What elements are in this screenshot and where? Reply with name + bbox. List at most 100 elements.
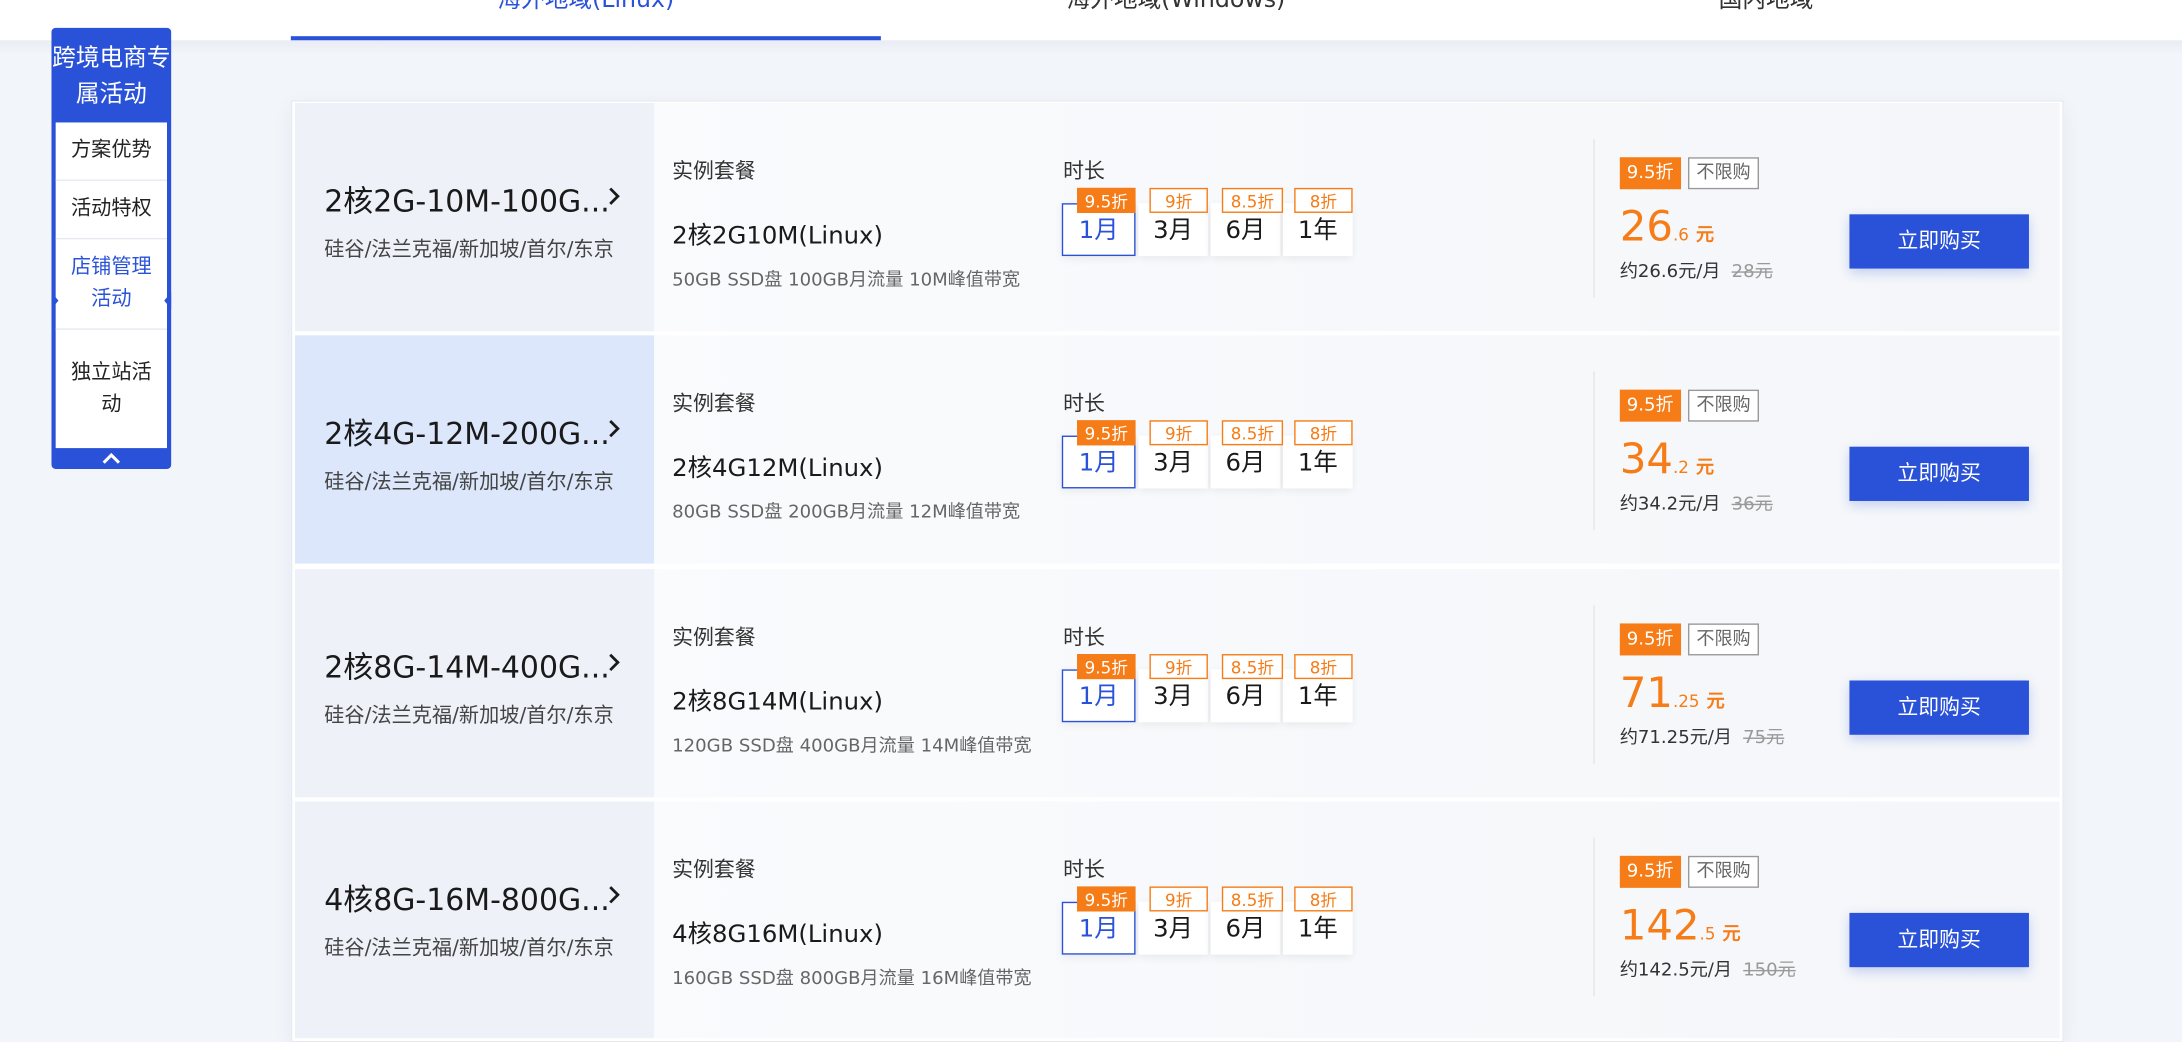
- price-unit: 元: [1695, 225, 1715, 247]
- package-name: 2核8G14M(Linux): [672, 688, 883, 717]
- duration-discount-badge: 8折: [1294, 886, 1353, 912]
- duration-discount-badge: 8.5折: [1221, 886, 1284, 912]
- monthly-price-text: 约142.5元/月: [1619, 960, 1732, 982]
- side-nav-item-privileges[interactable]: 活动特权: [55, 181, 167, 240]
- product-name: 2核8G-14M-400G...: [324, 651, 610, 687]
- price-decimal: .6: [1672, 225, 1689, 245]
- monthly-price-text: 约34.2元/月: [1619, 494, 1721, 515]
- product-row: 2核4G-12M-200G... 硅谷/法兰克福/新加坡/首尔/东京 实例套餐 …: [295, 335, 2060, 564]
- monthly-price: 约26.6元/月 28元: [1620, 256, 1773, 283]
- column-divider: [1593, 605, 1595, 764]
- price-integer: 71: [1619, 669, 1673, 719]
- tab-bar-shadow: [0, 40, 2182, 55]
- discount-badge: 9.5折: [1619, 855, 1681, 888]
- package-label: 实例套餐: [672, 857, 756, 883]
- product-regions: 硅谷/法兰克福/新加坡/首尔/东京: [324, 937, 614, 961]
- buy-now-button[interactable]: 立即购买: [1849, 214, 2029, 269]
- package-label: 实例套餐: [672, 391, 756, 417]
- original-price: 75元: [1743, 727, 1785, 749]
- side-nav-item-store-management[interactable]: 店铺管理活动: [51, 239, 172, 330]
- price-decimal: .2: [1672, 457, 1689, 478]
- tab-domestic[interactable]: 国内地域: [1471, 0, 2061, 40]
- chevron-right-icon: [609, 419, 620, 438]
- price-integer: 34: [1619, 435, 1673, 485]
- no-limit-badge: 不限购: [1688, 855, 1760, 888]
- column-divider: [1593, 139, 1595, 298]
- column-divider: [1593, 371, 1595, 531]
- chevron-up-icon: [102, 452, 121, 464]
- tab-label: 海外地域(Linux): [497, 0, 675, 14]
- tab-label: 海外地域(Windows): [1066, 0, 1286, 14]
- product-row: 4核8G-16M-800G... 硅谷/法兰克福/新加坡/首尔/东京 实例套餐 …: [295, 801, 2060, 1039]
- price: 142.5 元: [1620, 902, 1741, 951]
- side-nav-item-advantages[interactable]: 方案优势: [55, 122, 167, 181]
- duration-label: 时长: [1063, 391, 1105, 417]
- duration-label: 时长: [1063, 857, 1105, 883]
- duration-discount-badge: 9折: [1149, 420, 1208, 446]
- duration-discount-badge: 8.5折: [1221, 420, 1284, 446]
- duration-discount-badge: 8.5折: [1221, 187, 1284, 213]
- chevron-right-icon: [609, 187, 620, 205]
- product-regions: 硅谷/法兰克福/新加坡/首尔/东京: [324, 471, 614, 495]
- product-table: 2核2G-10M-100G... 硅谷/法兰克福/新加坡/首尔/东京 实例套餐 …: [290, 100, 2064, 1042]
- product-summary[interactable]: 4核8G-16M-800G... 硅谷/法兰克福/新加坡/首尔/东京: [295, 801, 655, 1039]
- price-decimal: .5: [1699, 924, 1716, 944]
- duration-discount-badge: 9.5折: [1077, 654, 1136, 680]
- duration-discount-badge: 9.5折: [1077, 187, 1136, 213]
- monthly-price: 约71.25元/月 75元: [1619, 722, 1785, 749]
- price-unit: 元: [1706, 691, 1725, 713]
- package-spec: 80GB SSD盘 200GB月流量 12M峰值带宽: [672, 502, 1021, 524]
- price-decimal: .25: [1672, 691, 1700, 712]
- product-row: 2核8G-14M-400G... 硅谷/法兰克福/新加坡/首尔/东京 实例套餐 …: [295, 569, 2060, 798]
- chevron-right-icon: [609, 886, 620, 904]
- duration-discount-badge: 9.5折: [1077, 420, 1136, 446]
- side-nav-list: 方案优势 活动特权 店铺管理活动 独立站活动: [51, 122, 172, 449]
- duration-discount-badge: 9折: [1149, 187, 1208, 213]
- buy-now-button[interactable]: 立即购买: [1849, 912, 2029, 968]
- discount-badge: 9.5折: [1619, 157, 1681, 190]
- side-nav-title: 跨境电商专属活动: [52, 44, 171, 109]
- duration-discount-badge: 9折: [1149, 654, 1208, 680]
- original-price: 28元: [1731, 261, 1773, 283]
- product-summary[interactable]: 2核8G-14M-400G... 硅谷/法兰克福/新加坡/首尔/东京: [295, 569, 655, 798]
- duration-discount-badge: 8折: [1294, 420, 1353, 446]
- original-price: 36元: [1731, 494, 1773, 515]
- buy-now-button[interactable]: 立即购买: [1849, 680, 2029, 735]
- tab-overseas-linux[interactable]: 海外地域(Linux): [290, 0, 881, 41]
- package-spec: 160GB SSD盘 800GB月流量 16M峰值带宽: [672, 968, 1032, 990]
- package-label: 实例套餐: [672, 158, 756, 184]
- package-name: 2核4G12M(Linux): [672, 455, 883, 483]
- price-integer: 26: [1619, 203, 1673, 252]
- no-limit-badge: 不限购: [1688, 623, 1760, 656]
- product-regions: 硅谷/法兰克福/新加坡/首尔/东京: [324, 239, 614, 262]
- duration-discount-badge: 8.5折: [1221, 654, 1284, 680]
- product-name: 4核8G-16M-800G...: [324, 883, 610, 919]
- tab-overseas-windows[interactable]: 海外地域(Windows): [881, 0, 1471, 40]
- side-nav-item-independent-site[interactable]: 独立站活动: [56, 330, 167, 448]
- price-unit: 元: [1722, 924, 1741, 945]
- discount-badge: 9.5折: [1619, 389, 1681, 422]
- product-summary[interactable]: 2核4G-12M-200G... 硅谷/法兰克福/新加坡/首尔/东京: [295, 335, 655, 564]
- monthly-price-text: 约71.25元/月: [1619, 727, 1732, 749]
- monthly-price: 约142.5元/月 150元: [1620, 955, 1796, 981]
- duration-label: 时长: [1063, 624, 1105, 650]
- buy-now-button[interactable]: 立即购买: [1849, 446, 2029, 501]
- product-regions: 硅谷/法兰克福/新加坡/首尔/东京: [324, 705, 614, 728]
- side-nav-collapse-button[interactable]: [51, 448, 171, 469]
- price: 71.25 元: [1620, 669, 1725, 718]
- product-name: 2核4G-12M-200G...: [324, 417, 610, 453]
- product-row: 2核2G-10M-100G... 硅谷/法兰克福/新加坡/首尔/东京 实例套餐 …: [295, 102, 2060, 332]
- product-summary[interactable]: 2核2G-10M-100G... 硅谷/法兰克福/新加坡/首尔/东京: [295, 102, 655, 332]
- discount-badge: 9.5折: [1619, 623, 1681, 656]
- tab-label: 国内地域: [1718, 0, 1814, 14]
- floating-side-nav: 跨境电商专属活动 方案优势 活动特权 店铺管理活动 独立站活动: [51, 27, 172, 469]
- region-tab-bar: 海外地域(Linux) 海外地域(Windows) 国内地域: [0, 0, 2182, 41]
- price-unit: 元: [1695, 457, 1715, 479]
- product-name: 2核2G-10M-100G...: [324, 185, 610, 220]
- duration-discount-badge: 9.5折: [1077, 886, 1136, 912]
- monthly-price: 约34.2元/月 36元: [1619, 488, 1773, 515]
- chevron-right-icon: [609, 653, 620, 672]
- original-price: 150元: [1743, 960, 1796, 982]
- package-spec: 50GB SSD盘 100GB月流量 10M峰值带宽: [672, 269, 1021, 291]
- price: 34.2 元: [1620, 436, 1714, 485]
